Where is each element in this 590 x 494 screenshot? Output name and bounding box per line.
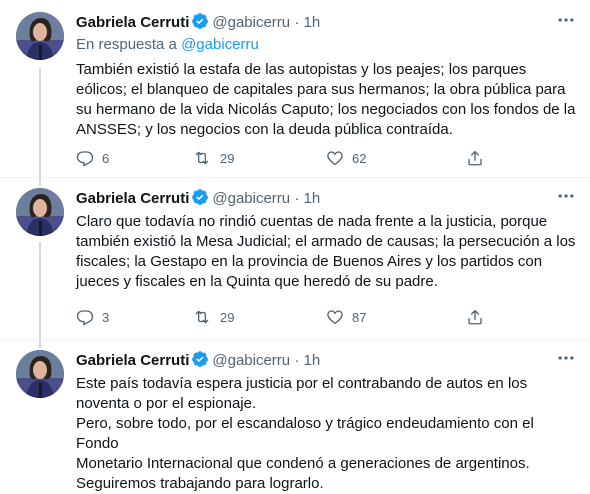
retweet-count: 29 [220, 309, 235, 325]
share-button[interactable] [466, 308, 484, 326]
share-icon [468, 150, 482, 166]
tweet-text: Claro que todavía no rindió cuentas de n… [76, 213, 576, 290]
action-bar: 3 29 87 [76, 307, 516, 327]
like-button[interactable]: 87 [326, 308, 466, 326]
reply-count: 3 [102, 309, 110, 325]
thread-connector [39, 68, 41, 178]
avatar[interactable] [16, 188, 64, 236]
retweet-icon [195, 151, 209, 165]
timestamp[interactable]: 1h [303, 14, 320, 31]
author-name[interactable]: Gabriela Cerruti [76, 14, 189, 31]
avatar[interactable] [16, 12, 64, 60]
author-handle[interactable]: @gabicerru [212, 14, 290, 31]
more-icon [558, 18, 574, 22]
share-button[interactable] [466, 149, 484, 167]
more-button[interactable] [552, 10, 580, 30]
tweet[interactable]: Gabriela Cerruti @gabicerru · 1h En respu… [0, 0, 590, 178]
retweet-icon [195, 310, 209, 324]
author-handle[interactable]: @gabicerru [212, 190, 290, 207]
tweet-thread: Gabriela Cerruti @gabicerru · 1h En respu… [0, 0, 590, 492]
like-button[interactable]: 62 [326, 149, 466, 167]
retweet-button[interactable]: 29 [192, 308, 326, 326]
like-icon [327, 151, 343, 166]
reply-icon [76, 151, 94, 167]
verified-badge-icon [191, 12, 209, 36]
avatar[interactable] [16, 350, 64, 398]
author-name[interactable]: Gabriela Cerruti [76, 190, 189, 207]
reply-context: En respuesta a @gabicerru [76, 35, 576, 55]
reply-button[interactable]: 3 [76, 308, 192, 326]
share-icon [468, 309, 482, 325]
thread-connector [39, 242, 41, 340]
timestamp[interactable]: 1h [303, 190, 320, 207]
reply-count: 6 [102, 150, 110, 166]
like-count: 87 [352, 309, 367, 325]
more-button[interactable] [552, 186, 580, 206]
tweet[interactable]: Gabriela Cerruti @gabicerru · 1h Claro qu… [0, 178, 590, 340]
verified-badge-icon [191, 188, 209, 212]
like-icon [327, 310, 343, 325]
separator: · [294, 14, 300, 31]
retweet-button[interactable]: 29 [192, 149, 326, 167]
tweet-text: También existió la estafa de las autopis… [76, 61, 576, 138]
more-icon [558, 194, 574, 198]
author-handle[interactable]: @gabicerru [212, 352, 290, 369]
separator: · [294, 190, 300, 207]
tweet-text: Este país todavía espera justicia por el… [76, 375, 534, 492]
timestamp[interactable]: 1h [303, 352, 320, 369]
tweet[interactable]: Gabriela Cerruti @gabicerru · 1h Este paí… [0, 340, 590, 492]
more-icon [558, 356, 574, 360]
like-count: 62 [352, 150, 367, 166]
thread-connector [39, 340, 41, 348]
action-bar: 6 29 62 [76, 148, 516, 168]
more-button[interactable] [552, 348, 580, 368]
reply-handle-link[interactable]: @gabicerru [181, 36, 259, 53]
reply-button[interactable]: 6 [76, 149, 192, 167]
reply-icon [76, 310, 94, 326]
retweet-count: 29 [220, 150, 235, 166]
verified-badge-icon [191, 350, 209, 374]
separator: · [294, 352, 300, 369]
reply-prefix: En respuesta a [76, 36, 177, 53]
author-name[interactable]: Gabriela Cerruti [76, 352, 189, 369]
thread-connector [39, 178, 41, 186]
